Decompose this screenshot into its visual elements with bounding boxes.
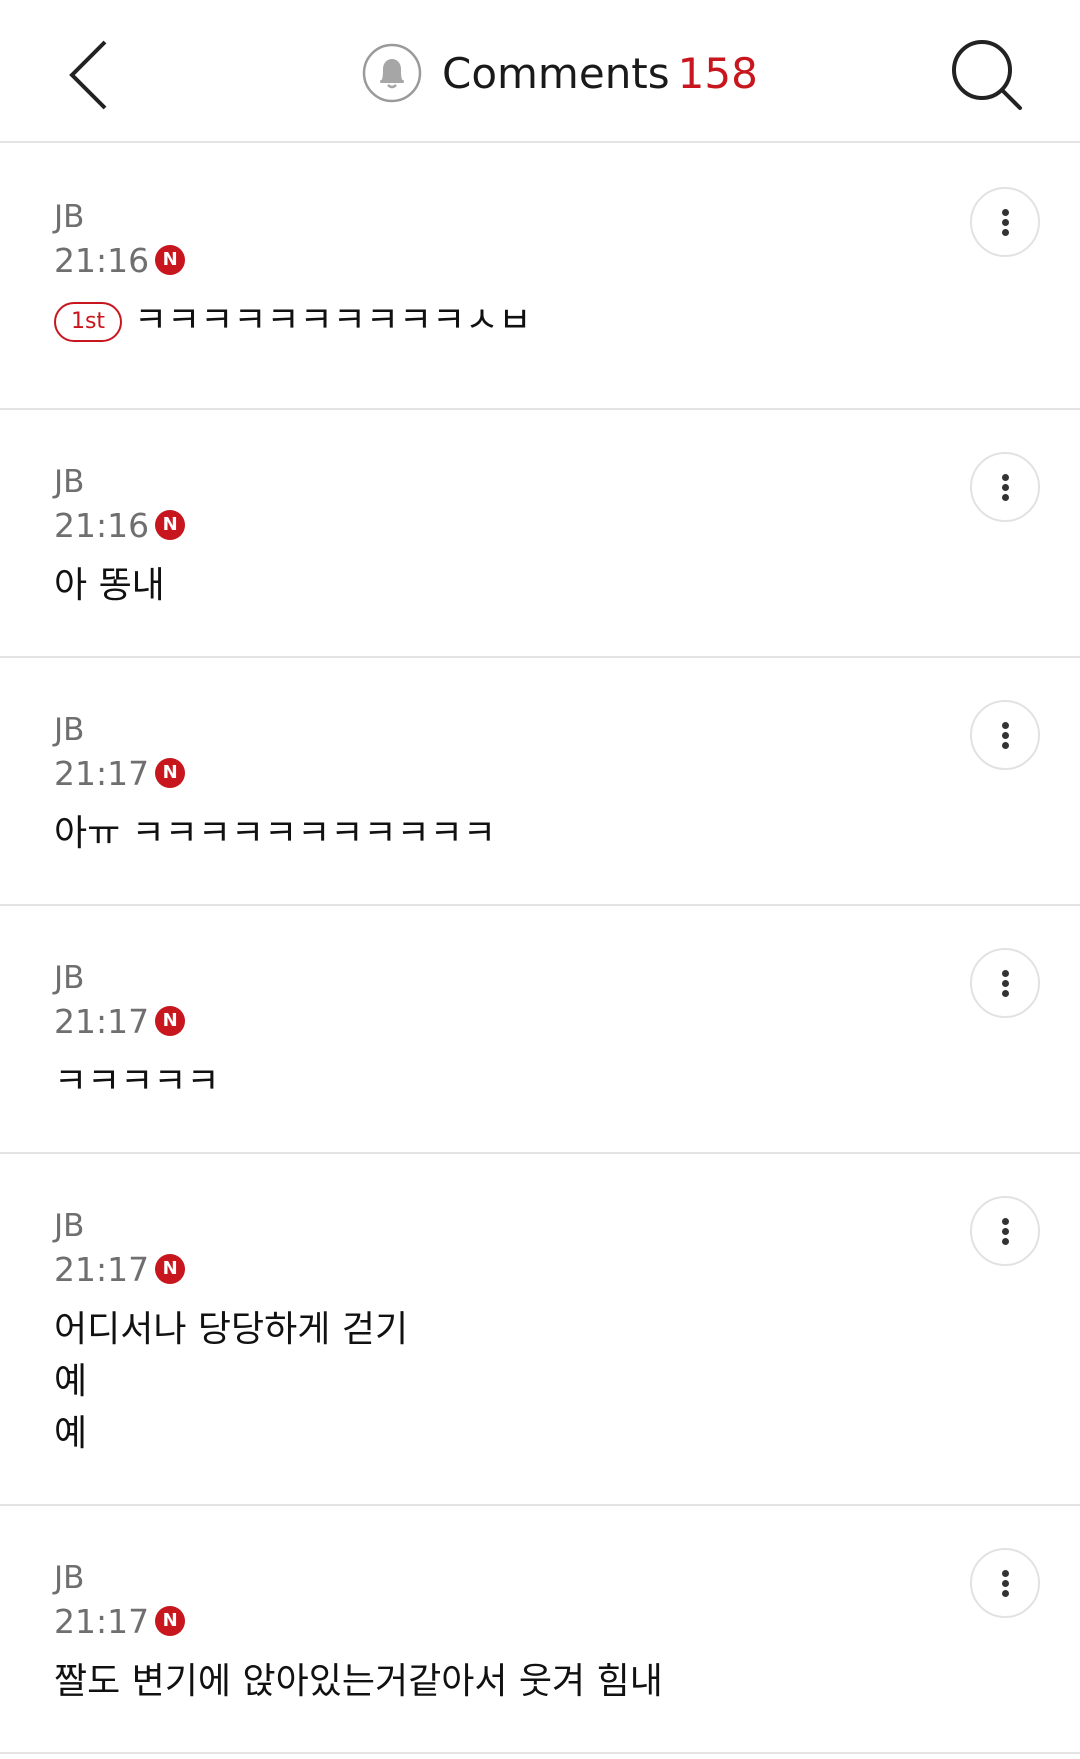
- comment-item: JB 21:17 N ㅋㅋㅋㅋㅋ: [0, 906, 1080, 1154]
- more-dot: [1002, 1570, 1009, 1577]
- more-dot: [1002, 990, 1009, 997]
- comment-time: 21:16: [54, 240, 150, 280]
- new-badge: N: [155, 245, 186, 275]
- comment-line: ㅋㅋㅋㅋㅋ: [54, 1061, 220, 1102]
- comment-item: JB 21:16 N 1st ㅋㅋㅋㅋㅋㅋㅋㅋㅋㅋㅅㅂ: [0, 145, 1080, 410]
- more-dot: [1002, 732, 1009, 739]
- comment-meta: 21:17 N: [54, 753, 186, 793]
- comment-meta: 21:16 N: [54, 240, 186, 280]
- comment-text: 아ㅠ ㅋㅋㅋㅋㅋㅋㅋㅋㅋㅋㅋ: [54, 808, 496, 860]
- more-dot: [1002, 494, 1009, 501]
- new-badge: N: [155, 758, 186, 788]
- search-icon: [952, 40, 1022, 110]
- more-dot: [1002, 474, 1009, 481]
- comment-text: 아 똥내: [54, 560, 165, 612]
- comment-text: 짤도 변기에 앉아있는거같아서 웃겨 힘내: [54, 1656, 663, 1708]
- more-dot: [1002, 970, 1009, 977]
- more-options-button[interactable]: [970, 187, 1040, 257]
- more-dot: [1002, 722, 1009, 729]
- comment-meta: 21:17 N: [54, 1001, 186, 1041]
- comment-item: JB 21:17 N 짤도 변기에 앉아있는거같아서 웃겨 힘내: [0, 1506, 1080, 1754]
- new-badge: N: [155, 1006, 186, 1036]
- comment-author: JB: [54, 199, 85, 235]
- comment-item: JB 21:17 N 아ㅠ ㅋㅋㅋㅋㅋㅋㅋㅋㅋㅋㅋ: [0, 658, 1080, 906]
- comment-line: 아 똥내: [54, 565, 165, 606]
- chevron-left-icon: [69, 40, 107, 110]
- bell-icon: [362, 43, 422, 103]
- comment-text: 1st ㅋㅋㅋㅋㅋㅋㅋㅋㅋㅋㅅㅂ: [54, 295, 531, 347]
- more-dot: [1002, 1218, 1009, 1225]
- more-dot: [1002, 742, 1009, 749]
- comment-author: JB: [54, 464, 85, 500]
- new-badge: N: [155, 1254, 186, 1284]
- comment-line: 짤도 변기에 앉아있는거같아서 웃겨 힘내: [54, 1661, 663, 1702]
- comment-line: 아ㅠ ㅋㅋㅋㅋㅋㅋㅋㅋㅋㅋㅋ: [54, 813, 497, 854]
- comment-time: 21:16: [54, 505, 150, 545]
- comment-line: 어디서나 당당하게 걷기: [54, 1309, 409, 1350]
- comment-author: JB: [54, 712, 85, 748]
- comment-line: 예: [54, 1361, 88, 1402]
- more-options-button[interactable]: [970, 452, 1040, 522]
- title-label: Comments: [442, 49, 670, 98]
- notification-bell-button[interactable]: [362, 43, 422, 103]
- comment-line: ㅋㅋㅋㅋㅋㅋㅋㅋㅋㅋㅅㅂ: [134, 300, 532, 341]
- comment-item: JB 21:17 N 어디서나 당당하게 걷기예 예: [0, 1154, 1080, 1506]
- comment-time: 21:17: [54, 753, 150, 793]
- top-bar: Comments 158: [0, 0, 1080, 143]
- more-options-button[interactable]: [970, 700, 1040, 770]
- comment-item: JB 21:16 N 아 똥내: [0, 410, 1080, 658]
- new-badge: N: [155, 510, 186, 540]
- back-button[interactable]: [50, 30, 140, 120]
- more-dot: [1002, 1238, 1009, 1245]
- more-dot: [1002, 980, 1009, 987]
- comment-time: 21:17: [54, 1001, 150, 1041]
- new-badge: N: [155, 1606, 186, 1636]
- comment-count: 158: [677, 49, 758, 98]
- comment-meta: 21:17 N: [54, 1249, 186, 1289]
- comment-text: ㅋㅋㅋㅋㅋ: [54, 1056, 220, 1108]
- comment-author: JB: [54, 1560, 85, 1596]
- more-options-button[interactable]: [970, 1196, 1040, 1266]
- comment-line: 예: [54, 1413, 88, 1454]
- more-dot: [1002, 1590, 1009, 1597]
- more-dot: [1002, 1580, 1009, 1587]
- more-options-button[interactable]: [970, 1548, 1040, 1618]
- more-dot: [1002, 484, 1009, 491]
- comment-time: 21:17: [54, 1601, 150, 1641]
- comment-time: 21:17: [54, 1249, 150, 1289]
- page-title: Comments 158: [442, 44, 758, 104]
- more-dot: [1002, 209, 1009, 216]
- comment-author: JB: [54, 960, 85, 996]
- first-comment-badge: 1st: [54, 302, 122, 342]
- more-dot: [1002, 229, 1009, 236]
- more-dot: [1002, 1228, 1009, 1235]
- comment-meta: 21:16 N: [54, 505, 186, 545]
- comment-text: 어디서나 당당하게 걷기예 예: [54, 1304, 408, 1460]
- more-options-button[interactable]: [970, 948, 1040, 1018]
- comment-author: JB: [54, 1208, 85, 1244]
- comment-meta: 21:17 N: [54, 1601, 186, 1641]
- search-button[interactable]: [940, 30, 1030, 120]
- more-dot: [1002, 219, 1009, 226]
